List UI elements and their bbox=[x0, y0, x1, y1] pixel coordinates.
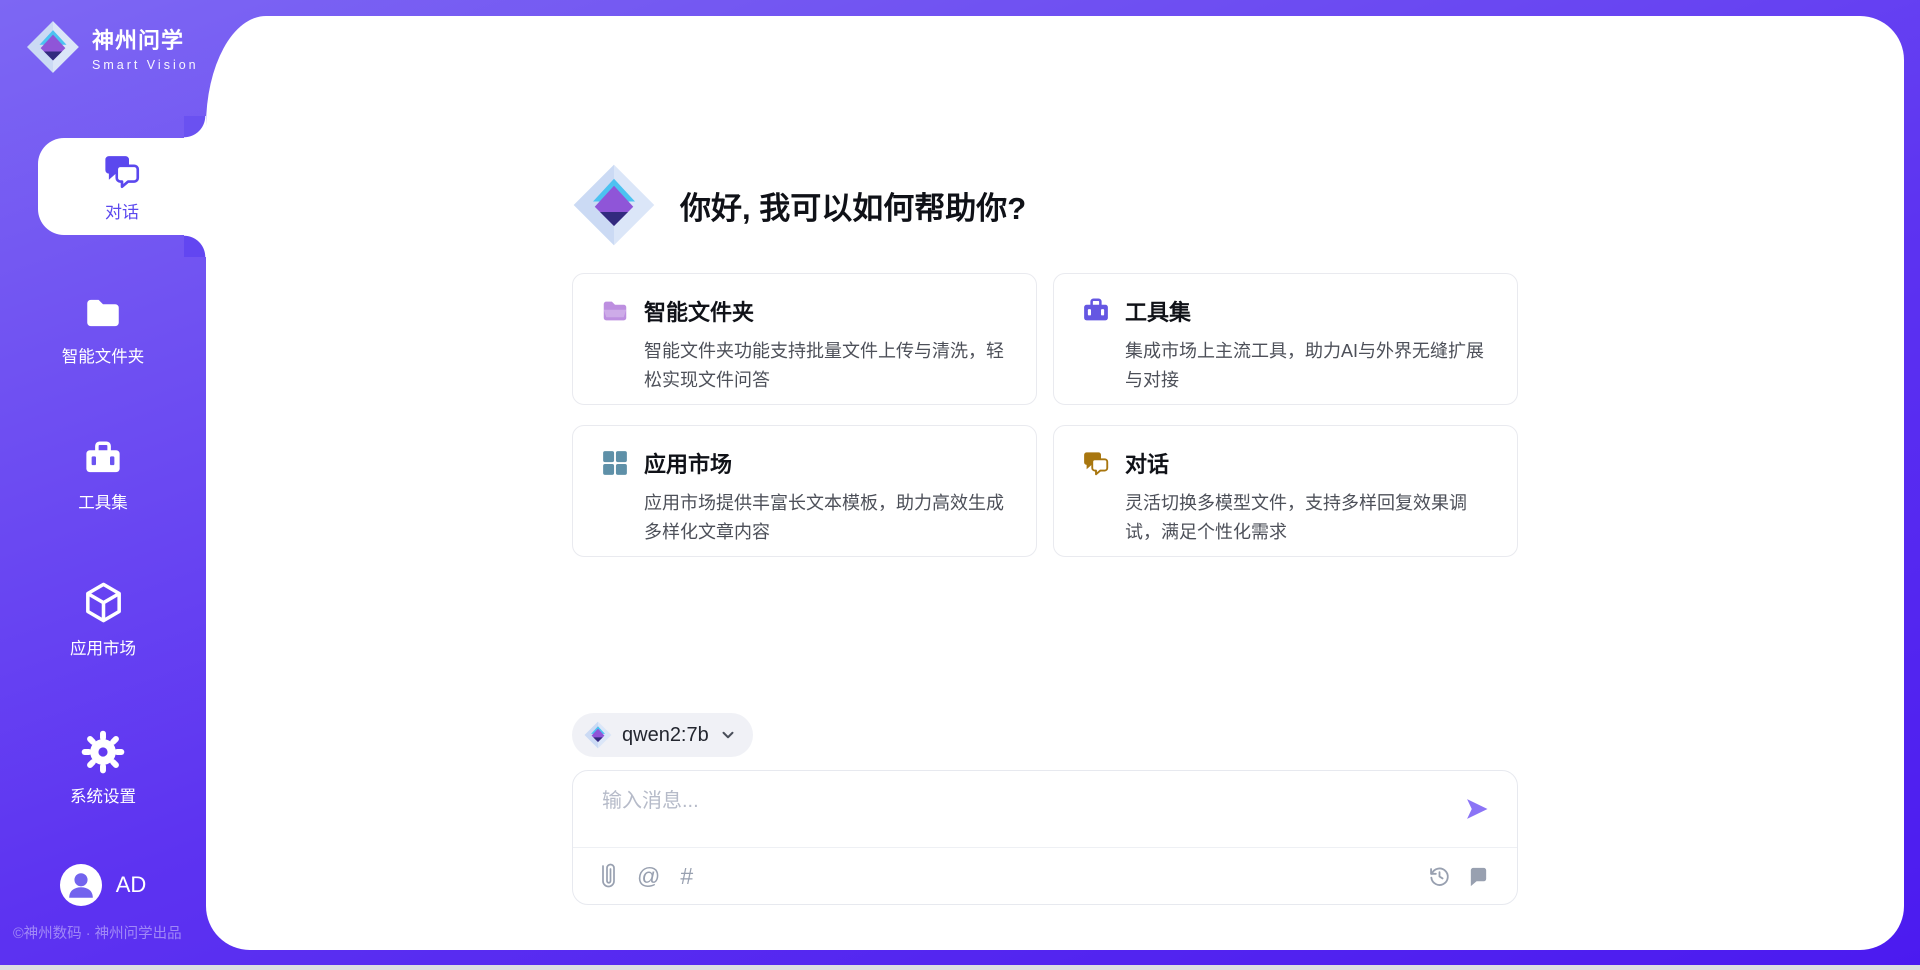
message-composer: @ # bbox=[572, 770, 1518, 905]
card-title: 对话 bbox=[1125, 447, 1169, 479]
sidebar-item-label: 系统设置 bbox=[70, 783, 136, 807]
sidebar-item-toolset[interactable]: 工具集 bbox=[0, 438, 206, 513]
chat-icon bbox=[1081, 448, 1111, 478]
message-input[interactable] bbox=[600, 789, 1404, 814]
user-name: AD bbox=[116, 872, 147, 898]
brand: 神州问学 Smart Vision bbox=[26, 20, 199, 74]
card-toolset[interactable]: 工具集 集成市场上主流工具，助力AI与外界无缝扩展与对接 bbox=[1053, 273, 1518, 405]
paperclip-icon bbox=[600, 863, 617, 890]
tab-fillet-bottom bbox=[184, 235, 206, 257]
model-name: qwen2:7b bbox=[622, 724, 709, 747]
topic-icon[interactable]: # bbox=[680, 865, 693, 888]
chat-icon bbox=[101, 150, 143, 192]
cube-icon bbox=[80, 579, 127, 626]
card-title: 智能文件夹 bbox=[644, 295, 754, 327]
tab-fillet-top bbox=[184, 116, 206, 138]
grid-icon bbox=[600, 448, 630, 478]
history-icon bbox=[1428, 865, 1451, 888]
attach-button[interactable] bbox=[600, 863, 617, 890]
card-description: 智能文件夹功能支持批量文件上传与清洗，轻松实现文件问答 bbox=[644, 337, 1016, 395]
sidebar-item-label: 应用市场 bbox=[70, 635, 136, 659]
card-chat[interactable]: 对话 灵活切换多模型文件，支持多样回复效果调试，满足个性化需求 bbox=[1053, 425, 1518, 557]
model-logo-icon bbox=[584, 721, 612, 749]
card-description: 应用市场提供丰富长文本模板，助力高效生成多样化文章内容 bbox=[644, 489, 1016, 547]
gear-icon bbox=[81, 730, 125, 774]
sidebar-item-smart-folder[interactable]: 智能文件夹 bbox=[0, 292, 206, 367]
sidebar-item-label: 智能文件夹 bbox=[62, 343, 145, 367]
card-description: 灵活切换多模型文件，支持多样回复效果调试，满足个性化需求 bbox=[1125, 489, 1497, 547]
app-root: { "brand": { "name": "神州问学", "subtitle":… bbox=[0, 0, 1920, 970]
avatar bbox=[60, 864, 102, 906]
sidebar-item-chat[interactable]: 对话 bbox=[38, 138, 206, 235]
mention-icon[interactable]: @ bbox=[637, 865, 660, 888]
card-app-market[interactable]: 应用市场 应用市场提供丰富长文本模板，助力高效生成多样化文章内容 bbox=[572, 425, 1037, 557]
card-title: 应用市场 bbox=[644, 447, 732, 479]
toolbox-icon bbox=[1081, 296, 1111, 326]
main-content: 你好, 我可以如何帮助你? 智能文件夹 智能文件夹功能支持批量文件上传与清洗，轻… bbox=[572, 163, 1518, 905]
toolbox-icon bbox=[82, 438, 124, 480]
brand-logo-icon bbox=[26, 20, 80, 74]
brand-subtitle: Smart Vision bbox=[92, 58, 199, 72]
sidebar-item-settings[interactable]: 系统设置 bbox=[0, 730, 206, 807]
card-smart-folder[interactable]: 智能文件夹 智能文件夹功能支持批量文件上传与清洗，轻松实现文件问答 bbox=[572, 273, 1037, 405]
card-title: 工具集 bbox=[1125, 295, 1191, 327]
sidebar-item-app-market[interactable]: 应用市场 bbox=[0, 579, 206, 659]
model-selector[interactable]: qwen2:7b bbox=[572, 713, 753, 757]
folder-icon bbox=[600, 296, 630, 326]
chevron-down-icon bbox=[719, 726, 737, 744]
assistant-logo-icon bbox=[572, 163, 656, 247]
feature-cards: 智能文件夹 智能文件夹功能支持批量文件上传与清洗，轻松实现文件问答 工具集 集成… bbox=[572, 273, 1518, 557]
brand-name: 神州问学 bbox=[92, 23, 199, 55]
chat-square-icon bbox=[1467, 865, 1490, 888]
feedback-button[interactable] bbox=[1467, 865, 1490, 888]
user-profile[interactable]: AD bbox=[0, 864, 206, 906]
copyright-text: ©神州数码 · 神州问学出品 bbox=[13, 922, 182, 943]
page-bottom-strip bbox=[0, 965, 1920, 970]
sidebar-item-label: 工具集 bbox=[78, 489, 128, 513]
card-description: 集成市场上主流工具，助力AI与外界无缝扩展与对接 bbox=[1125, 337, 1497, 395]
send-icon[interactable] bbox=[1463, 795, 1491, 823]
history-button[interactable] bbox=[1428, 865, 1451, 888]
greeting: 你好, 我可以如何帮助你? bbox=[572, 163, 1518, 247]
sidebar-item-label: 对话 bbox=[105, 198, 139, 223]
folder-icon bbox=[82, 292, 124, 334]
person-icon bbox=[60, 864, 102, 906]
greeting-title: 你好, 我可以如何帮助你? bbox=[680, 183, 1026, 228]
